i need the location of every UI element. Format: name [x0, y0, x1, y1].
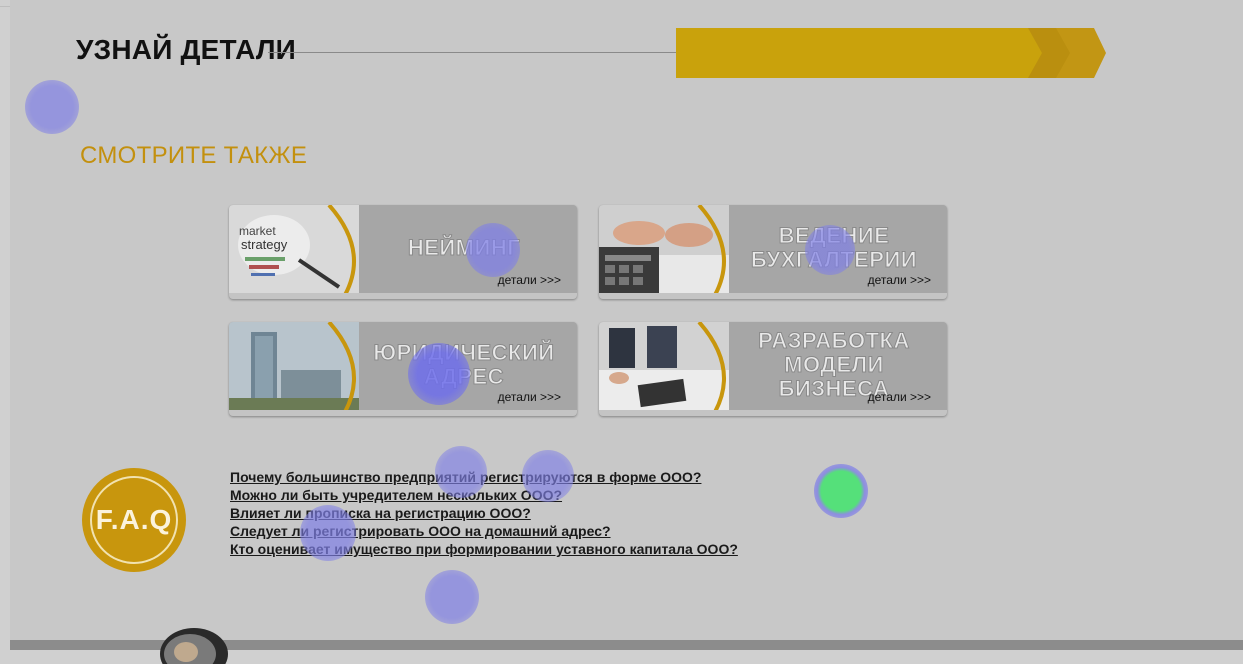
gold-arc-decoration: [327, 205, 356, 295]
faq-item: Кто оценивает имущество при формировании…: [230, 541, 738, 559]
faq-list: Почему большинство предприятий регистрир…: [230, 469, 738, 559]
section-title: УЗНАЙ ДЕТАЛИ: [76, 34, 297, 65]
card-bottom-strip: [229, 410, 577, 416]
service-card-accounting[interactable]: ВЕДЕНИЕ БУХГАЛТЕРИИ детали >>>: [599, 205, 947, 299]
gold-arc-decoration: [697, 322, 726, 412]
faq-badge: F.A.Q: [82, 468, 186, 572]
see-also-heading: СМОТРИТЕ ТАКЖЕ: [80, 142, 308, 169]
card-bottom-strip: [599, 293, 947, 299]
faq-question-link[interactable]: Кто оценивает имущество при формировании…: [230, 541, 738, 557]
details-link[interactable]: детали >>>: [498, 390, 561, 404]
title-divider: [268, 52, 678, 53]
gold-ribbon-banner: [676, 28, 1106, 78]
gold-arc-decoration: [697, 205, 726, 295]
details-link[interactable]: детали >>>: [868, 390, 931, 404]
faq-badge-label: F.A.Q: [95, 504, 173, 535]
faq-item: Влияет ли прописка на регистрацию ООО?: [230, 505, 738, 523]
gold-arc-decoration: [327, 322, 356, 412]
service-card-legal-address[interactable]: ЮРИДИЧЕСКИЙ АДРЕС детали >>>: [229, 322, 577, 416]
card-bottom-strip: [229, 293, 577, 299]
service-card-naming[interactable]: market strategy НЕЙМИНГ детали >>>: [229, 205, 577, 299]
details-link[interactable]: детали >>>: [868, 273, 931, 287]
faq-question-link[interactable]: Влияет ли прописка на регистрацию ООО?: [230, 505, 531, 521]
faq-item: Почему большинство предприятий регистрир…: [230, 469, 738, 487]
faq-question-link[interactable]: Можно ли быть учредителем нескольких ООО…: [230, 487, 562, 503]
faq-item: Следует ли регистрировать ООО на домашни…: [230, 523, 738, 541]
card-bottom-strip: [599, 410, 947, 416]
faq-question-link[interactable]: Следует ли регистрировать ООО на домашни…: [230, 523, 611, 539]
details-link[interactable]: детали >>>: [498, 273, 561, 287]
service-card-business-model[interactable]: РАЗРАБОТКА МОДЕЛИ БИЗНЕСА детали >>>: [599, 322, 947, 416]
person-photo-icon: [160, 628, 228, 664]
faq-question-link[interactable]: Почему большинство предприятий регистрир…: [230, 469, 701, 485]
faq-item: Можно ли быть учредителем нескольких ООО…: [230, 487, 738, 505]
